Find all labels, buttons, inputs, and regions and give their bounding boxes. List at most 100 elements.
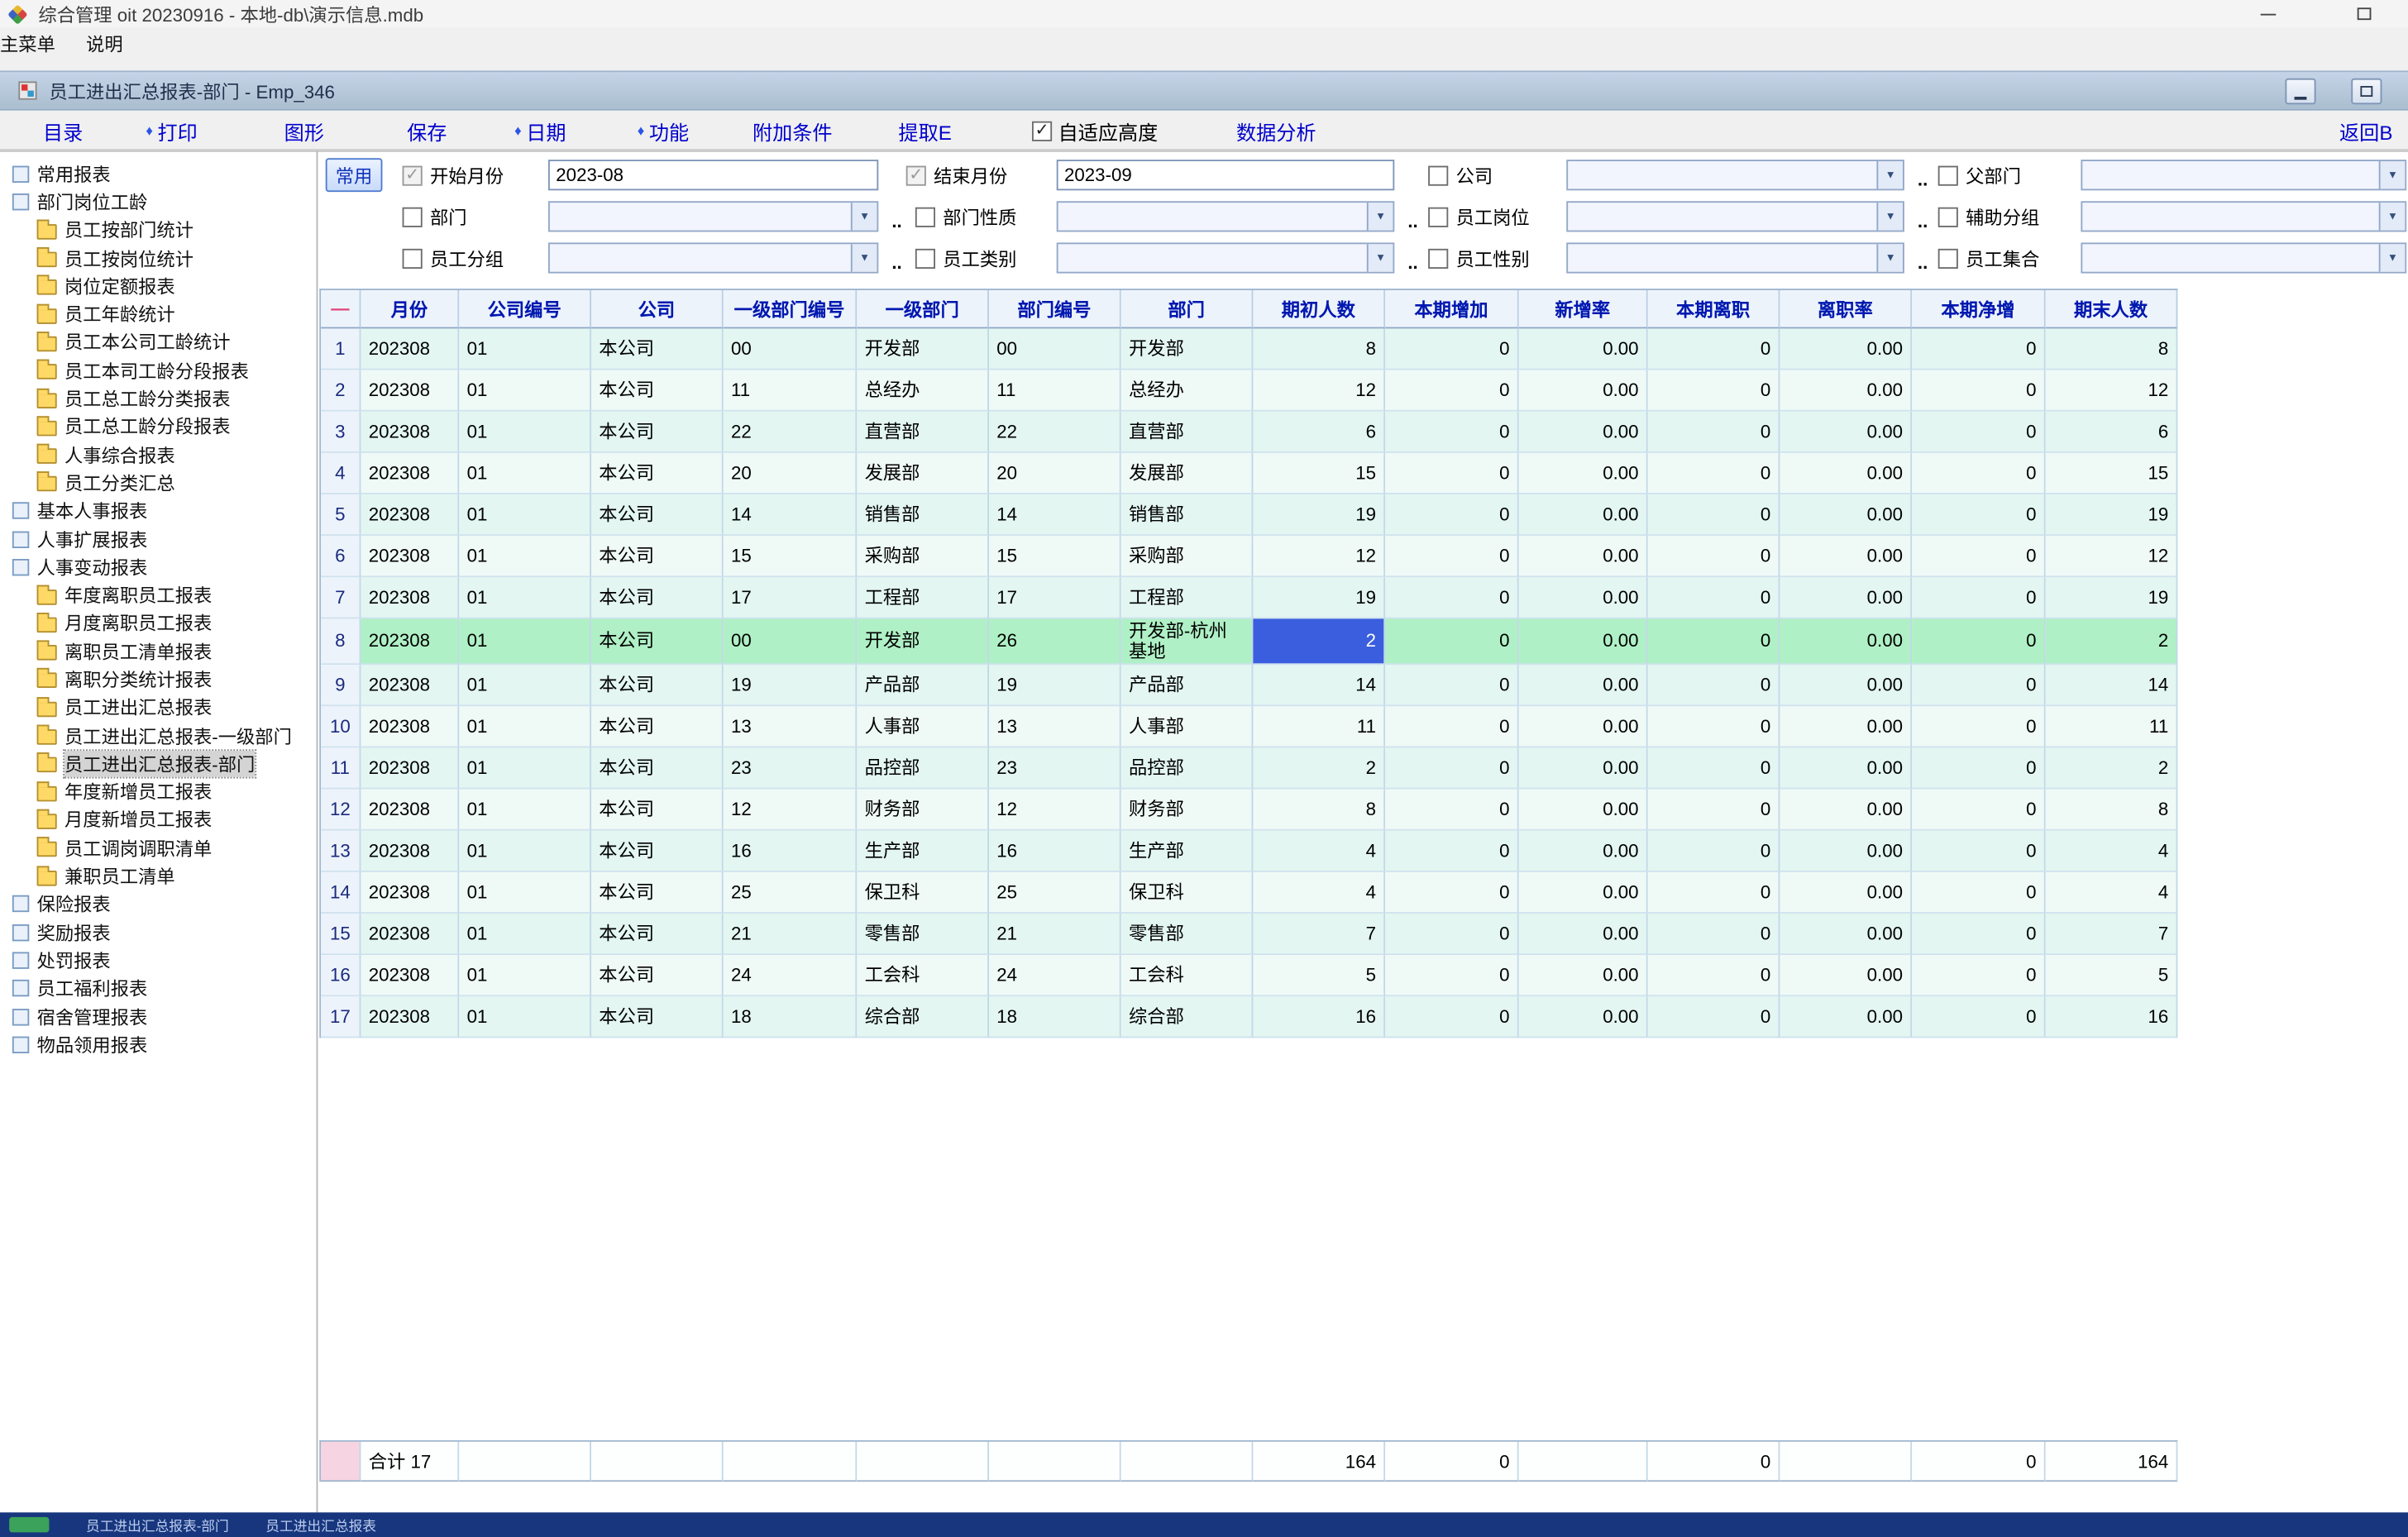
row-number-cell[interactable]: 12 <box>321 790 361 831</box>
browse-dots-button[interactable]: .. <box>1912 201 1933 232</box>
table-cell[interactable]: 本公司 <box>591 955 724 996</box>
table-cell[interactable]: 12 <box>1253 370 1385 412</box>
table-cell[interactable]: 生产部 <box>857 831 989 872</box>
table-cell[interactable]: 0 <box>1912 706 2046 747</box>
sidebar-item[interactable]: 员工福利报表 <box>0 975 317 1003</box>
filter-combo[interactable]: ▼ <box>2081 242 2406 273</box>
table-cell[interactable]: 0.00 <box>1780 665 1912 706</box>
table-cell[interactable]: 0.00 <box>1780 412 1912 453</box>
table-cell[interactable]: 采购部 <box>1121 536 1254 577</box>
table-cell[interactable]: 202308 <box>361 536 459 577</box>
browse-dots-button[interactable]: .. <box>1402 201 1424 232</box>
table-cell[interactable]: 17 <box>724 577 858 618</box>
table-cell[interactable]: 0 <box>1648 453 1780 494</box>
column-header[interactable]: 一级部门 <box>857 290 989 328</box>
table-cell[interactable]: 12 <box>989 790 1121 831</box>
column-header[interactable]: 本期离职 <box>1648 290 1780 328</box>
table-cell[interactable]: 01 <box>459 577 591 618</box>
table-cell[interactable]: 12 <box>2046 370 2178 412</box>
common-tab-button[interactable]: 常用 <box>326 158 383 192</box>
table-cell[interactable]: 0 <box>1648 536 1780 577</box>
table-cell[interactable]: 0.00 <box>1519 370 1648 412</box>
row-number-cell[interactable]: 1 <box>321 328 361 370</box>
column-header[interactable]: 本期增加 <box>1385 290 1519 328</box>
table-cell[interactable]: 0 <box>1912 453 2046 494</box>
table-row[interactable]: 920230801本公司19产品部19产品部1400.0000.00014 <box>319 665 2177 706</box>
table-cell[interactable]: 本公司 <box>591 665 724 706</box>
table-cell[interactable]: 0 <box>1648 955 1780 996</box>
table-cell[interactable]: 0.00 <box>1780 872 1912 914</box>
sidebar-item[interactable]: 处罚报表 <box>0 947 317 975</box>
maximize-button[interactable] <box>2338 0 2390 27</box>
table-cell[interactable]: 01 <box>459 706 591 747</box>
table-cell[interactable]: 0 <box>1385 831 1519 872</box>
table-cell[interactable]: 0.00 <box>1519 914 1648 955</box>
table-cell[interactable]: 19 <box>1253 494 1385 536</box>
table-cell[interactable]: 本公司 <box>591 872 724 914</box>
table-cell[interactable]: 12 <box>1253 536 1385 577</box>
toolbar-item[interactable]: ♦日期 <box>514 111 566 150</box>
table-cell[interactable]: 0.00 <box>1519 328 1648 370</box>
table-cell[interactable]: 14 <box>1253 665 1385 706</box>
table-cell[interactable]: 18 <box>989 996 1121 1038</box>
table-cell[interactable]: 0.00 <box>1780 577 1912 618</box>
table-cell[interactable]: 13 <box>724 706 858 747</box>
minimize-button[interactable] <box>2242 0 2294 27</box>
sidebar-item[interactable]: 年度离职员工报表 <box>0 581 317 609</box>
table-cell[interactable]: 0 <box>1648 494 1780 536</box>
table-cell[interactable]: 00 <box>724 328 858 370</box>
sidebar-item[interactable]: 年度新增员工报表 <box>0 778 317 806</box>
table-cell[interactable]: 0.00 <box>1519 453 1648 494</box>
table-cell[interactable]: 0 <box>1912 328 2046 370</box>
table-cell[interactable]: 0.00 <box>1780 914 1912 955</box>
table-cell[interactable]: 4 <box>1253 831 1385 872</box>
table-cell[interactable]: 财务部 <box>857 790 989 831</box>
table-cell[interactable]: 7 <box>2046 914 2178 955</box>
table-cell[interactable]: 0 <box>1912 665 2046 706</box>
table-cell[interactable]: 16 <box>2046 996 2178 1038</box>
table-cell[interactable]: 01 <box>459 914 591 955</box>
row-number-cell[interactable]: 9 <box>321 665 361 706</box>
table-cell[interactable]: 202308 <box>361 706 459 747</box>
table-cell[interactable]: 0 <box>1648 747 1780 789</box>
table-cell[interactable]: 本公司 <box>591 412 724 453</box>
table-cell[interactable]: 0 <box>1912 955 2046 996</box>
column-header[interactable]: 公司 <box>591 290 724 328</box>
table-cell[interactable]: 0.00 <box>1780 453 1912 494</box>
table-cell[interactable]: 0.00 <box>1519 618 1648 665</box>
table-cell[interactable]: 11 <box>2046 706 2178 747</box>
table-cell[interactable]: 0 <box>1912 790 2046 831</box>
table-cell[interactable]: 202308 <box>361 453 459 494</box>
filter-checkbox[interactable] <box>1428 165 1448 185</box>
table-cell[interactable]: 工程部 <box>1121 577 1254 618</box>
table-cell[interactable]: 工会科 <box>1121 955 1254 996</box>
table-cell[interactable]: 0 <box>1385 665 1519 706</box>
table-cell[interactable]: 26 <box>989 618 1121 665</box>
column-header[interactable]: 新增率 <box>1519 290 1648 328</box>
table-cell[interactable]: 01 <box>459 831 591 872</box>
table-row[interactable]: 820230801本公司00开发部26开发部-杭州基地200.0000.0002 <box>319 618 2177 665</box>
sidebar-item[interactable]: 员工本司工龄分段报表 <box>0 356 317 384</box>
table-cell[interactable]: 本公司 <box>591 536 724 577</box>
filter-checkbox[interactable]: ✓ <box>906 165 926 185</box>
table-cell[interactable]: 0.00 <box>1780 790 1912 831</box>
table-cell[interactable]: 21 <box>724 914 858 955</box>
table-cell[interactable]: 本公司 <box>591 831 724 872</box>
filter-date-input[interactable] <box>1057 160 1395 190</box>
sidebar-item[interactable]: 宿舍管理报表 <box>0 1003 317 1031</box>
table-cell[interactable]: 本公司 <box>591 577 724 618</box>
table-cell[interactable]: 202308 <box>361 370 459 412</box>
toolbar-item[interactable]: 数据分析 <box>1236 111 1316 150</box>
sidebar-item[interactable]: 兼职员工清单 <box>0 862 317 890</box>
table-cell[interactable]: 产品部 <box>857 665 989 706</box>
table-cell[interactable]: 11 <box>724 370 858 412</box>
column-header[interactable]: 部门编号 <box>989 290 1121 328</box>
table-cell[interactable]: 19 <box>2046 494 2178 536</box>
table-row[interactable]: 520230801本公司14销售部14销售部1900.0000.00019 <box>319 494 2177 536</box>
table-cell[interactable]: 01 <box>459 536 591 577</box>
table-row[interactable]: 1220230801本公司12财务部12财务部800.0000.0008 <box>319 790 2177 831</box>
table-cell[interactable]: 0 <box>1385 914 1519 955</box>
browse-dots-button[interactable]: .. <box>886 201 908 232</box>
table-row[interactable]: 220230801本公司11总经办11总经办1200.0000.00012 <box>319 370 2177 412</box>
row-number-cell[interactable]: 15 <box>321 914 361 955</box>
